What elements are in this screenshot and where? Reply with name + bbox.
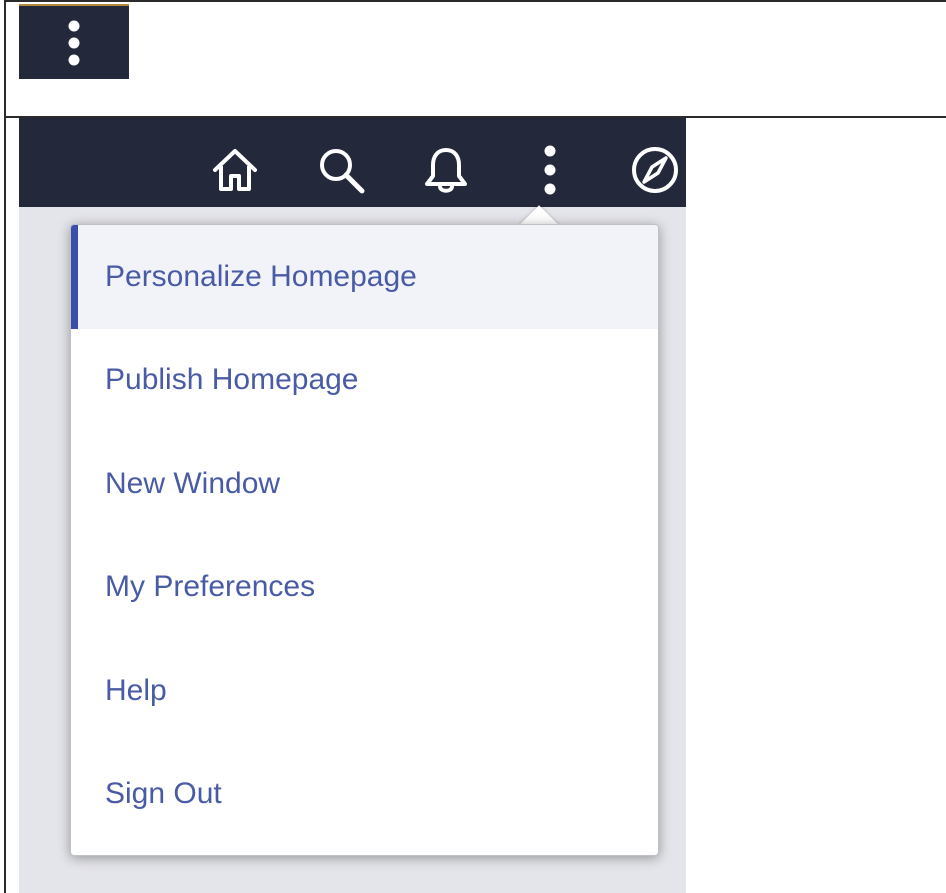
actions-menu: Personalize Homepage Publish Homepage Ne… bbox=[70, 224, 659, 856]
header-bar bbox=[19, 118, 686, 207]
bell-icon bbox=[425, 148, 467, 193]
search-icon bbox=[320, 149, 365, 194]
notifications-button[interactable] bbox=[418, 142, 474, 198]
search-button[interactable] bbox=[313, 142, 369, 198]
menu-item-label: My Preferences bbox=[105, 570, 316, 604]
menu-item-label: Sign Out bbox=[105, 777, 222, 811]
menu-item-label: Publish Homepage bbox=[105, 363, 359, 397]
menu-item-new-window[interactable]: New Window bbox=[71, 432, 658, 536]
menu-item-sign-out[interactable]: Sign Out bbox=[71, 743, 658, 847]
menu-item-label: New Window bbox=[105, 466, 281, 500]
vertical-ellipsis-icon bbox=[68, 20, 80, 65]
navbar-button[interactable] bbox=[627, 142, 683, 198]
compass-icon bbox=[632, 147, 678, 193]
home-button[interactable] bbox=[207, 142, 263, 198]
menu-item-personalize-homepage[interactable]: Personalize Homepage bbox=[71, 225, 658, 329]
actions-menu-button[interactable] bbox=[522, 142, 578, 198]
menu-item-publish-homepage[interactable]: Publish Homepage bbox=[71, 329, 658, 433]
menu-item-label: Personalize Homepage bbox=[105, 259, 417, 293]
menu-item-help[interactable]: Help bbox=[71, 639, 658, 743]
table-border-top bbox=[4, 0, 946, 2]
menu-item-label: Help bbox=[105, 673, 167, 707]
home-icon bbox=[213, 149, 257, 191]
vertical-ellipsis-icon bbox=[544, 145, 556, 195]
menu-item-my-preferences[interactable]: My Preferences bbox=[71, 536, 658, 640]
actions-tile-button[interactable] bbox=[19, 4, 129, 79]
table-border-left bbox=[4, 0, 6, 893]
